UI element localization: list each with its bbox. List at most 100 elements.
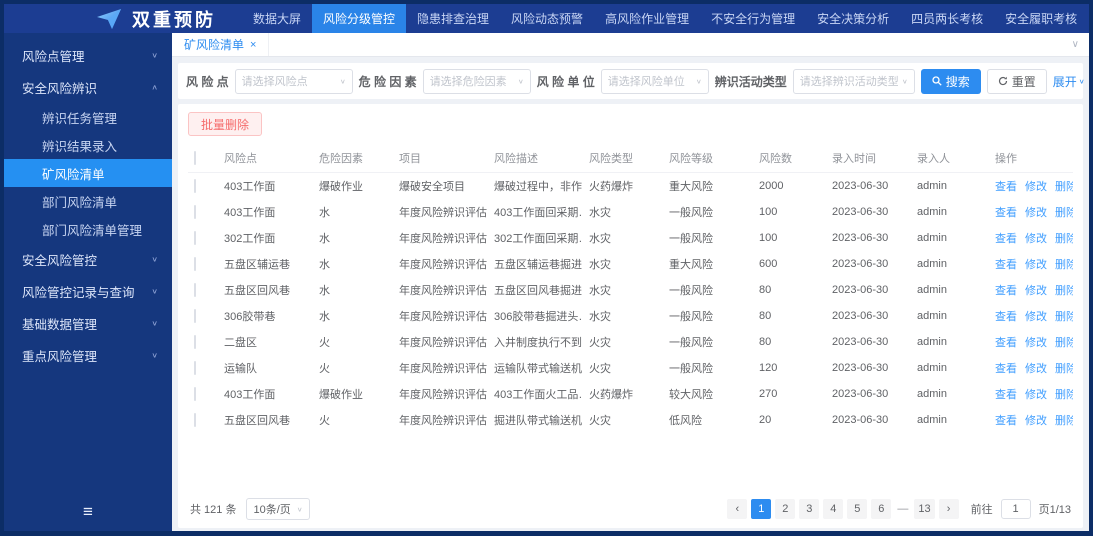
tabbar-dropdown-chevron-icon[interactable]: ∨ — [1072, 39, 1079, 50]
page-button[interactable]: 4 — [823, 499, 844, 519]
sidebar-item[interactable]: 矿风险清单 — [4, 159, 172, 187]
table-cell: 火药爆炸 — [589, 389, 633, 401]
action-delete-link[interactable]: 删除 — [1055, 415, 1073, 427]
action-edit-link[interactable]: 修改 — [1025, 285, 1047, 297]
filter-label-risk-unit: 风 险 单 位 — [536, 74, 595, 89]
page-button[interactable]: 5 — [847, 499, 868, 519]
action-edit-link[interactable]: 修改 — [1025, 337, 1047, 349]
topnav-item[interactable]: 隐患排查治理 — [406, 4, 500, 33]
action-delete-link[interactable]: 删除 — [1055, 181, 1073, 193]
action-view-link[interactable]: 查看 — [995, 259, 1017, 271]
risk-unit-select[interactable]: 请选择风险单位 ∨ — [600, 68, 709, 94]
action-delete-link[interactable]: 删除 — [1055, 363, 1073, 375]
action-delete-link[interactable]: 删除 — [1055, 207, 1073, 219]
batch-delete-button[interactable]: 批量删除 — [188, 112, 263, 136]
reset-button[interactable]: 重置 — [986, 68, 1047, 94]
risk-point-select[interactable]: 请选择风险点 ∨ — [234, 68, 353, 94]
action-view-link[interactable]: 查看 — [995, 207, 1017, 219]
action-delete-link[interactable]: 删除 — [1055, 311, 1073, 323]
action-view-link[interactable]: 查看 — [995, 415, 1017, 427]
action-view-link[interactable]: 查看 — [995, 233, 1017, 245]
action-edit-link[interactable]: 修改 — [1025, 363, 1047, 375]
action-view-link[interactable]: 查看 — [995, 337, 1017, 349]
table-cell: 运输队 — [224, 363, 257, 375]
page-indicator: 页1/13 — [1038, 504, 1071, 516]
sidebar-item[interactable]: 安全风险管控 ∨ — [4, 243, 172, 275]
sidebar-item[interactable]: 辨识结果录入 — [4, 131, 172, 159]
action-edit-link[interactable]: 修改 — [1025, 259, 1047, 271]
row-checkbox[interactable] — [194, 205, 196, 219]
action-view-link[interactable]: 查看 — [995, 181, 1017, 193]
collapse-sidebar-button[interactable]: ≡ — [4, 499, 172, 525]
action-delete-link[interactable]: 删除 — [1055, 389, 1073, 401]
goto-page-input[interactable] — [1000, 499, 1031, 519]
row-checkbox[interactable] — [194, 335, 196, 349]
next-page-button[interactable]: › — [938, 499, 959, 519]
select-all-checkbox[interactable] — [194, 151, 196, 165]
row-checkbox[interactable] — [194, 257, 196, 271]
identify-activity-type-select[interactable]: 请选择辨识活动类型 ∨ — [792, 68, 915, 94]
actions-cell: 查看修改删除 — [989, 381, 1073, 407]
row-checkbox[interactable] — [194, 283, 196, 297]
topnav-item[interactable]: 风险分级管控 — [312, 4, 407, 33]
sidebar-item[interactable]: 安全风险辨识 ∧ — [4, 71, 172, 103]
table-cell: 火灾 — [589, 363, 611, 375]
topnav-item[interactable]: 四员两长考核 — [900, 4, 994, 33]
sidebar-item[interactable]: 风险管控记录与查询 ∨ — [4, 275, 172, 307]
sidebar-item[interactable]: 辨识任务管理 — [4, 103, 172, 131]
topnav-item[interactable]: … — [1088, 4, 1093, 33]
page-button[interactable]: 1 — [751, 499, 772, 519]
actions-cell: 查看修改删除 — [989, 251, 1073, 277]
page-size-select[interactable]: 10条/页 ∨ — [246, 498, 310, 520]
row-checkbox[interactable] — [194, 387, 196, 401]
table-cell: 火 — [319, 337, 330, 349]
row-checkbox[interactable] — [194, 361, 196, 375]
topnav-item[interactable]: 高风险作业管理 — [594, 4, 700, 33]
topnav-item[interactable]: 不安全行为管理 — [700, 4, 806, 33]
action-delete-link[interactable]: 删除 — [1055, 233, 1073, 245]
page-button[interactable]: 2 — [775, 499, 796, 519]
expand-filters-link[interactable]: 展开 ∨ — [1053, 73, 1085, 90]
action-edit-link[interactable]: 修改 — [1025, 389, 1047, 401]
row-checkbox[interactable] — [194, 179, 196, 193]
sidebar-item[interactable]: 风险点管理 ∨ — [4, 39, 172, 71]
topnav-item[interactable]: 风险动态预警 — [500, 4, 594, 33]
action-delete-link[interactable]: 删除 — [1055, 259, 1073, 271]
action-view-link[interactable]: 查看 — [995, 363, 1017, 375]
action-edit-link[interactable]: 修改 — [1025, 233, 1047, 245]
action-view-link[interactable]: 查看 — [995, 285, 1017, 297]
sidebar-item-label: 矿风险清单 — [42, 167, 105, 182]
topnav-item[interactable]: 数据大屏 — [242, 4, 312, 33]
page-button[interactable]: 3 — [799, 499, 820, 519]
topnav-item[interactable]: 安全履职考核 — [994, 4, 1088, 33]
action-edit-link[interactable]: 修改 — [1025, 181, 1047, 193]
action-edit-link[interactable]: 修改 — [1025, 415, 1047, 427]
actions-cell: 查看修改删除 — [989, 199, 1073, 225]
close-icon[interactable]: × — [250, 39, 256, 51]
sidebar-item[interactable]: 部门风险清单 — [4, 187, 172, 215]
sidebar-item[interactable]: 部门风险清单管理 — [4, 215, 172, 243]
search-button[interactable]: 搜索 — [920, 68, 981, 94]
sidebar-item[interactable]: 基础数据管理 ∨ — [4, 307, 172, 339]
action-delete-link[interactable]: 删除 — [1055, 285, 1073, 297]
tab-mine-risk-list[interactable]: 矿风险清单 × — [172, 33, 270, 56]
last-page-button[interactable]: 13 — [914, 499, 935, 519]
topnav-item[interactable]: 安全决策分析 — [806, 4, 900, 33]
sidebar-item[interactable]: 重点风险管理 ∨ — [4, 339, 172, 371]
table-cell: 五盘区回风巷掘进… — [494, 285, 583, 297]
prev-page-button[interactable]: ‹ — [727, 499, 748, 519]
action-delete-link[interactable]: 删除 — [1055, 337, 1073, 349]
hazard-factor-select[interactable]: 请选择危险因素 ∨ — [422, 68, 531, 94]
action-edit-link[interactable]: 修改 — [1025, 311, 1047, 323]
table-cell: 火 — [319, 363, 330, 375]
row-checkbox[interactable] — [194, 231, 196, 245]
pager: ‹ 123456 — 13 › 前往 页1/13 — [727, 499, 1071, 519]
action-view-link[interactable]: 查看 — [995, 311, 1017, 323]
page-button[interactable]: 6 — [871, 499, 892, 519]
row-checkbox[interactable] — [194, 413, 196, 427]
app-title: 双重预防 — [132, 9, 216, 30]
row-checkbox[interactable] — [194, 309, 196, 323]
action-view-link[interactable]: 查看 — [995, 389, 1017, 401]
action-edit-link[interactable]: 修改 — [1025, 207, 1047, 219]
table-cell: 一般风险 — [669, 363, 713, 375]
